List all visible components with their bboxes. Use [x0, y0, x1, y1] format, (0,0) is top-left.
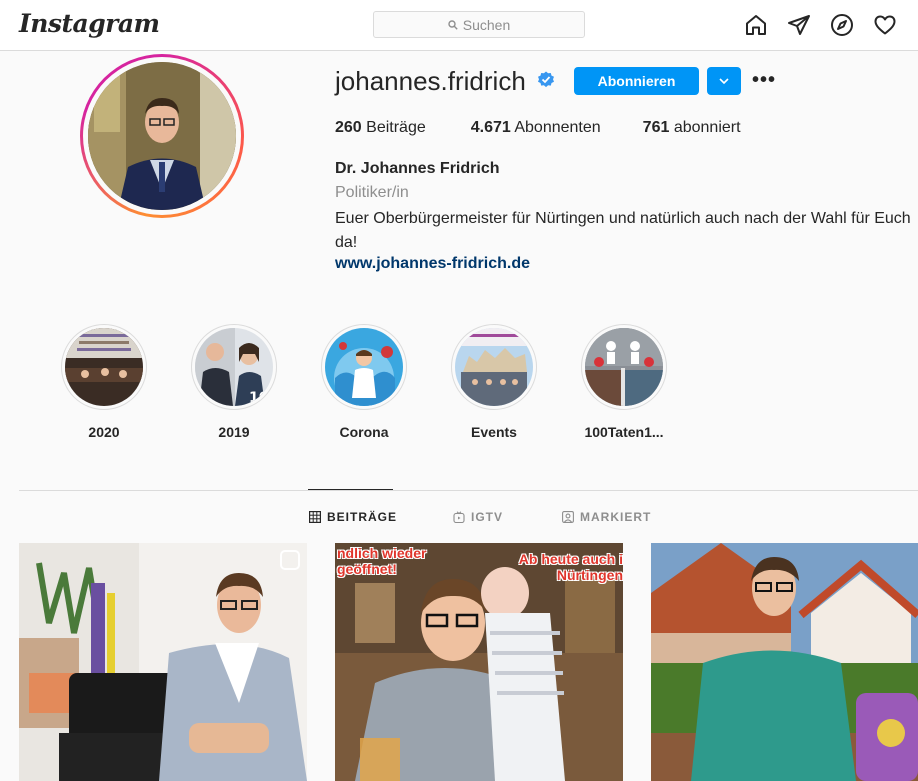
tab-tagged[interactable]: MARKIERT — [562, 510, 651, 524]
grid-icon — [309, 511, 321, 523]
profile-stats: 260 Beiträge 4.671 Abonnenten 761 abonni… — [335, 119, 781, 137]
tab-igtv-label: IGTV — [471, 510, 504, 524]
followers-stat[interactable]: 4.671 Abonnenten — [471, 119, 601, 137]
highlight-cover-image — [455, 328, 533, 406]
highlight-cover-image — [65, 328, 143, 406]
followers-count: 4.671 — [470, 119, 511, 136]
posts-count: 260 — [335, 119, 362, 136]
explore-icon[interactable] — [830, 13, 854, 37]
activity-heart-icon[interactable] — [873, 13, 897, 37]
post-overlay-text-left: ndlich wieder geöffnet! — [337, 545, 427, 577]
story-highlight-2019[interactable]: 100 2019 — [191, 324, 277, 440]
active-tab-indicator — [308, 489, 393, 490]
post-thumbnail[interactable]: ndlich wieder geöffnet! Ab heute auch i … — [335, 543, 623, 781]
search-placeholder: Suchen — [462, 16, 511, 33]
highlight-label: 100Taten1... — [584, 424, 664, 440]
followers-label: Abonnenten — [514, 119, 601, 136]
instagram-logo[interactable]: Instagram — [19, 9, 160, 38]
story-highlight-corona[interactable]: Corona — [321, 324, 407, 440]
profile-avatar[interactable] — [80, 54, 244, 218]
post-thumbnail[interactable] — [19, 543, 307, 781]
profile-category: Politiker/in — [335, 184, 409, 201]
highlight-label: 2020 — [88, 424, 120, 440]
following-label: abonniert — [673, 119, 741, 136]
chevron-down-icon — [719, 78, 729, 85]
direct-message-icon[interactable] — [787, 13, 811, 37]
top-navigation-bar: Instagram Suchen — [0, 0, 918, 51]
profile-bio: Euer Oberbürgermeister für Nürtingen und… — [335, 210, 911, 251]
profile-website-link[interactable]: www.johannes-fridrich.de — [335, 255, 530, 273]
highlight-cover-image — [585, 328, 663, 406]
profile-full-name: Dr. Johannes Fridrich — [335, 160, 500, 177]
following-stat[interactable]: 761 abonniert — [643, 119, 741, 137]
tab-posts-label: BEITRÄGE — [327, 510, 398, 524]
tabs-divider — [19, 490, 918, 491]
more-options-button[interactable]: ••• — [752, 70, 778, 90]
posts-stat: 260 Beiträge — [335, 119, 426, 137]
post-overlay-text-right: Ab heute auch i Nürtingen — [518, 551, 623, 583]
search-input[interactable]: Suchen — [373, 11, 585, 38]
highlight-label: 2019 — [218, 424, 250, 440]
follow-button[interactable]: Abonnieren — [574, 67, 699, 95]
story-highlight-100taten[interactable]: 100Taten1... — [581, 324, 667, 440]
tagged-user-icon — [562, 511, 574, 523]
highlight-cover-image: 100 — [195, 328, 273, 406]
following-count: 761 — [642, 119, 670, 136]
highlight-label: Corona — [339, 424, 389, 440]
verified-badge-icon — [537, 71, 555, 89]
highlight-label: Events — [471, 424, 517, 440]
home-icon[interactable] — [744, 13, 768, 37]
tab-tagged-label: MARKIERT — [580, 510, 652, 524]
profile-username: johannes.fridrich — [335, 66, 526, 96]
story-highlight-2020[interactable]: 2020 — [61, 324, 147, 440]
post-thumbnail[interactable] — [651, 543, 918, 781]
suggested-accounts-dropdown-button[interactable] — [707, 67, 741, 95]
posts-label: Beiträge — [366, 119, 426, 136]
svg-text:100: 100 — [249, 390, 273, 406]
tab-igtv[interactable]: IGTV — [453, 510, 503, 524]
story-highlight-events[interactable]: Events — [451, 324, 537, 440]
igtv-icon — [453, 511, 465, 523]
search-icon — [448, 19, 458, 30]
highlight-cover-image — [325, 328, 403, 406]
tab-posts[interactable]: BEITRÄGE — [309, 510, 397, 524]
